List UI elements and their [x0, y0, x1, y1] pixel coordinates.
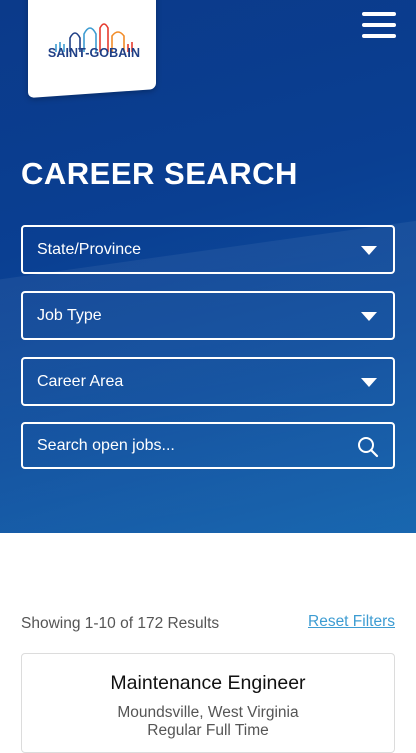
caret-down-icon [361, 246, 377, 255]
job-type: Regular Full Time [147, 722, 269, 739]
reset-filters-link[interactable]: Reset Filters [308, 613, 395, 631]
state-province-select[interactable]: State/Province [21, 225, 395, 274]
career-area-select[interactable]: Career Area [21, 357, 395, 406]
hero-section: SAINT-GOBAIN CAREER SEARCH State/Provinc… [0, 0, 416, 533]
logo-text: SAINT-GOBAIN [47, 46, 141, 60]
page-title: CAREER SEARCH [21, 156, 298, 191]
caret-down-icon [361, 378, 377, 387]
select-label: Job Type [37, 307, 102, 324]
select-label: State/Province [37, 241, 142, 258]
menu-bar [362, 23, 396, 27]
menu-bar [362, 34, 396, 38]
search-icon[interactable] [357, 436, 379, 458]
results-summary: Showing 1-10 of 172 Results [21, 615, 220, 632]
search-input[interactable] [37, 434, 347, 458]
menu-bar [362, 12, 396, 16]
hamburger-menu-icon[interactable] [362, 12, 396, 38]
search-box [21, 422, 395, 469]
job-card[interactable]: Maintenance Engineer Moundsville, West V… [21, 653, 395, 753]
job-title[interactable]: Maintenance Engineer [22, 672, 394, 695]
job-type-select[interactable]: Job Type [21, 291, 395, 340]
job-location: Moundsville, West Virginia [117, 704, 299, 721]
caret-down-icon [361, 312, 377, 321]
select-label: Career Area [37, 373, 124, 390]
